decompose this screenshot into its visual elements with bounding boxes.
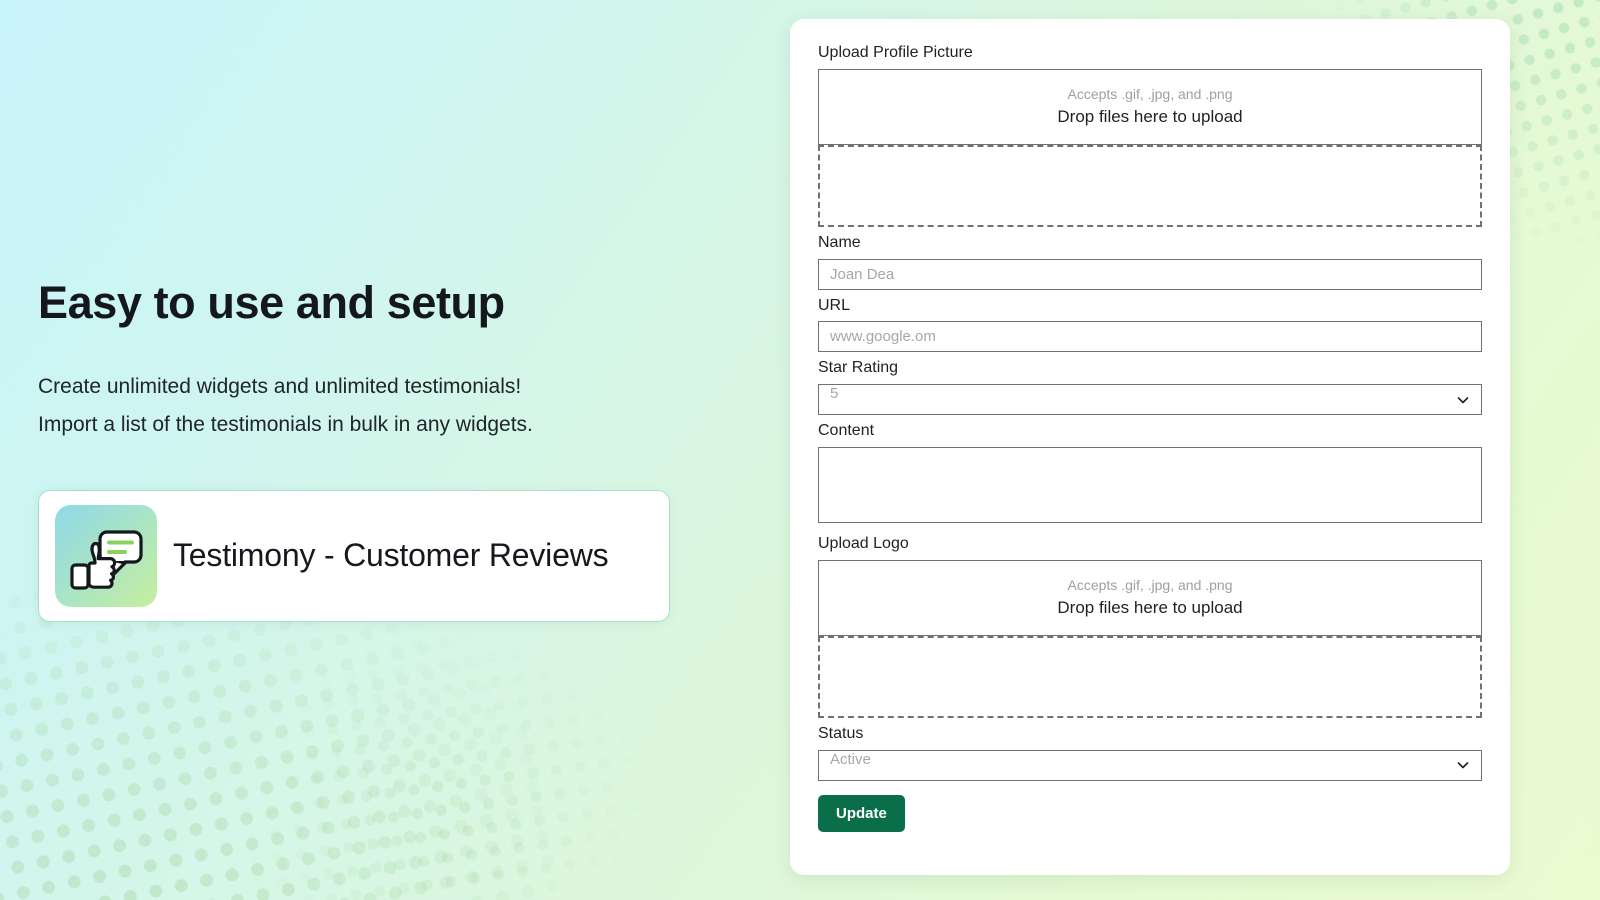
hero-section: Easy to use and setup Create unlimited w…: [38, 0, 698, 900]
profile-picture-accepts-text: Accepts .gif, .jpg, and .png: [1067, 86, 1233, 103]
brand-card-title: Testimony - Customer Reviews: [173, 537, 609, 574]
hero-subtitle-line-2: Import a list of the testimonials in bul…: [38, 412, 533, 436]
status-select[interactable]: Active: [818, 749, 1482, 781]
logo-accepts-text: Accepts .gif, .jpg, and .png: [1067, 577, 1233, 594]
field-url: URL: [818, 290, 1482, 353]
field-status: Status Active: [818, 718, 1482, 781]
star-rating-select[interactable]: 5: [818, 384, 1482, 416]
field-name: Name: [818, 227, 1482, 290]
page-title: Easy to use and setup: [38, 277, 505, 329]
url-label: URL: [818, 296, 851, 314]
brand-card[interactable]: Testimony - Customer Reviews: [38, 489, 670, 622]
field-star-rating: Star Rating 5: [818, 352, 1482, 416]
name-input[interactable]: [818, 258, 1482, 290]
logo-drop-text: Drop files here to upload: [1057, 598, 1243, 618]
field-upload-logo: Upload Logo Accepts .gif, .jpg, and .png…: [818, 528, 1482, 718]
field-content: Content: [818, 415, 1482, 528]
hero-subtitle: Create unlimited widgets and unlimited t…: [38, 368, 698, 444]
hero-subtitle-line-1: Create unlimited widgets and unlimited t…: [38, 374, 522, 398]
update-button[interactable]: Update: [818, 794, 905, 832]
profile-picture-dropzone[interactable]: Accepts .gif, .jpg, and .png Drop files …: [818, 68, 1482, 145]
logo-preview-area[interactable]: [818, 635, 1482, 718]
profile-picture-preview-area[interactable]: [818, 144, 1482, 227]
profile-picture-drop-text: Drop files here to upload: [1057, 107, 1243, 127]
star-rating-label: Star Rating: [818, 359, 899, 377]
name-label: Name: [818, 233, 861, 251]
status-label: Status: [818, 724, 864, 742]
url-input[interactable]: [818, 321, 1482, 353]
star-rating-select-wrapper: 5: [818, 384, 1482, 416]
testimony-logo-icon: [55, 504, 157, 607]
testimonial-form-panel: Upload Profile Picture Accepts .gif, .jp…: [790, 19, 1510, 875]
status-select-wrapper: Active: [818, 749, 1482, 781]
logo-dropzone[interactable]: Accepts .gif, .jpg, and .png Drop files …: [818, 559, 1482, 636]
content-textarea[interactable]: [818, 446, 1482, 523]
upload-logo-label: Upload Logo: [818, 534, 909, 552]
content-label: Content: [818, 422, 875, 440]
upload-profile-picture-label: Upload Profile Picture: [818, 44, 973, 61]
field-upload-profile-picture: Upload Profile Picture Accepts .gif, .jp…: [818, 37, 1482, 227]
